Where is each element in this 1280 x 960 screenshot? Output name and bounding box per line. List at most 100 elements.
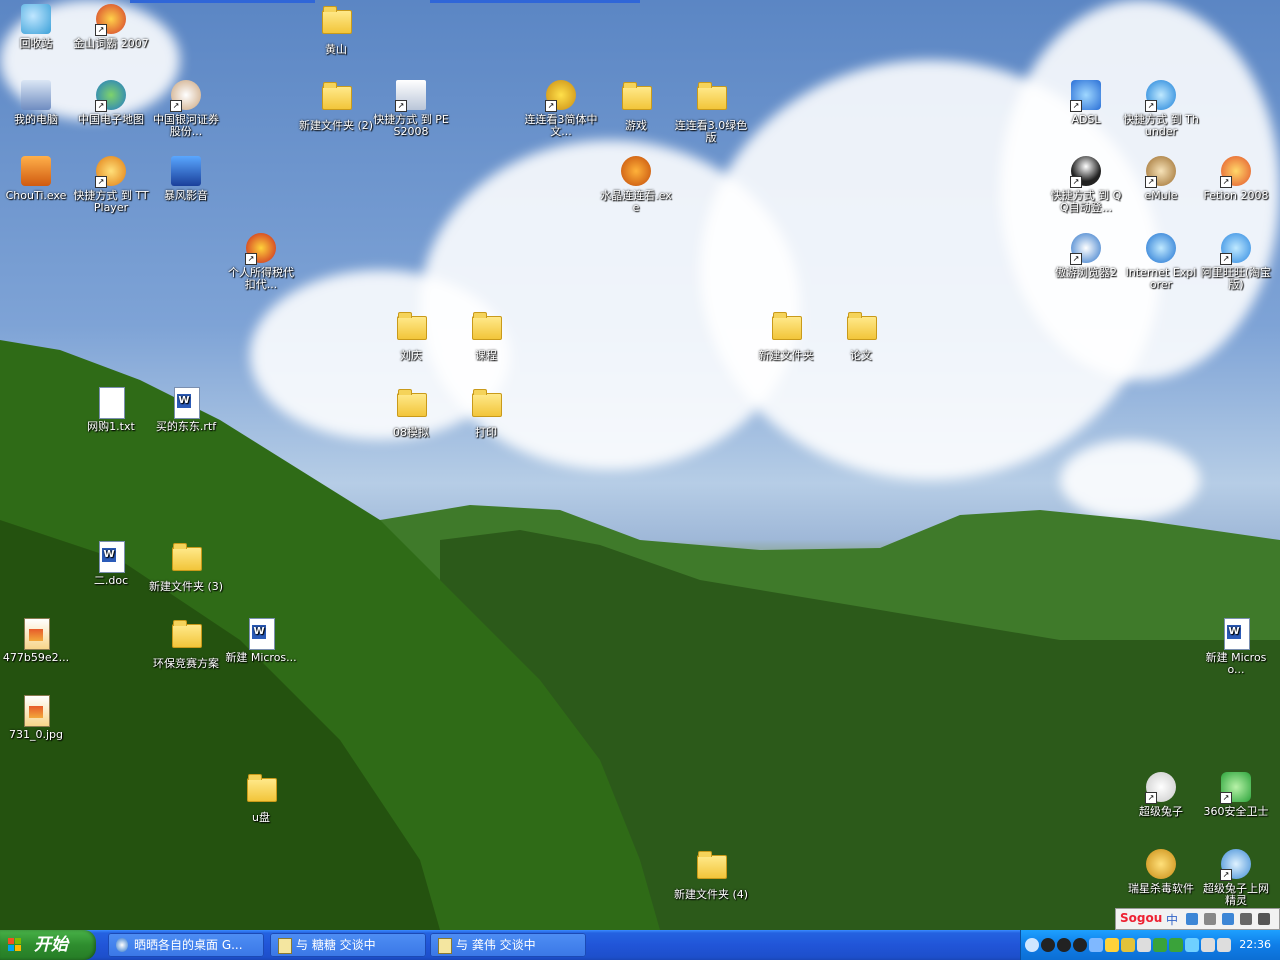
360-icon[interactable] bbox=[1153, 938, 1167, 952]
desktop-icon-thunder[interactable]: ↗ 快捷方式 到 Thunder bbox=[1123, 80, 1199, 138]
desktop-icon-folder-huangshan[interactable]: 黄山 bbox=[298, 4, 374, 56]
desktop-icon-qq-autologin[interactable]: ↗ 快捷方式 到 QQ自动登... bbox=[1048, 156, 1124, 214]
window-edge bbox=[430, 0, 640, 3]
desktop-icon-pes2008[interactable]: ↗ 快捷方式 到 PES2008 bbox=[373, 80, 449, 138]
task-button-chat-2[interactable]: 与 龚伟 交谈中 bbox=[430, 933, 586, 957]
icon-label: 连连看3简体中文... bbox=[524, 113, 598, 138]
moon-icon[interactable] bbox=[1186, 913, 1198, 925]
pes-icon: ↗ bbox=[395, 80, 427, 112]
desktop-icon-kingsoft-dict[interactable]: ↗ 金山词霸 2007 bbox=[73, 4, 149, 50]
icon-label: 水晶连连看.exe bbox=[600, 189, 672, 214]
desktop-icon-folder-udisk[interactable]: u盘 bbox=[223, 772, 299, 824]
desktop-icon-new-folder-2[interactable]: 新建文件夹 (2) bbox=[298, 80, 374, 132]
ime-mode[interactable]: 中 bbox=[1166, 911, 1178, 928]
desktop-icon-new-word-doc-2[interactable]: W 新建 Microso... bbox=[1198, 618, 1274, 676]
desktop-icon-super-rabbit[interactable]: ↗ 超级兔子 bbox=[1123, 772, 1199, 818]
desktop-icon-folder-liuqing[interactable]: 刘庆 bbox=[373, 310, 449, 362]
network-icon[interactable] bbox=[1137, 938, 1151, 952]
icon-label: 新建文件夹 (3) bbox=[148, 580, 224, 593]
computer-icon bbox=[20, 80, 52, 112]
qq-icon[interactable] bbox=[1041, 938, 1055, 952]
user-icon[interactable] bbox=[1240, 913, 1252, 925]
desktop-icon-folder-courses[interactable]: 课程 bbox=[448, 310, 524, 362]
dictionary-icon: ↗ bbox=[95, 4, 127, 36]
desktop-icon-recycle-bin[interactable]: 回收站 bbox=[0, 4, 74, 50]
desktop-icon-folder-lianliankan30[interactable]: 连连看3.0绿色版 bbox=[673, 80, 749, 144]
desktop-icon-new-word-doc[interactable]: W 新建 Micros... bbox=[223, 618, 299, 664]
desktop-icon-chouti[interactable]: ChouTi.exe bbox=[0, 156, 74, 202]
desktop-icon-image-477b[interactable]: 477b59e2... bbox=[0, 618, 74, 664]
desktop-icon-new-folder[interactable]: 新建文件夹 bbox=[748, 310, 824, 362]
warning-icon[interactable] bbox=[1105, 938, 1119, 952]
shield-icon[interactable] bbox=[1121, 938, 1135, 952]
player-icon: ↗ bbox=[95, 156, 127, 188]
clock[interactable]: 22:36 bbox=[1239, 930, 1271, 960]
desktop-icon-rabbit-web-sprite[interactable]: ↗ 超级兔子上网精灵 bbox=[1198, 849, 1274, 907]
word-doc-icon: W bbox=[95, 541, 127, 573]
icon-label: 个人所得税代扣代... bbox=[228, 266, 294, 291]
desktop-icon-rising-antivirus[interactable]: 瑞星杀毒软件 bbox=[1123, 849, 1199, 895]
icon-label: 课程 bbox=[475, 349, 497, 362]
desktop-icon-my-computer[interactable]: 我的电脑 bbox=[0, 80, 74, 126]
desktop-icon-folder-thesis[interactable]: 论文 bbox=[823, 310, 899, 362]
icon-label: 黄山 bbox=[325, 43, 347, 56]
shield-icon: ↗ bbox=[1220, 772, 1252, 804]
desktop-icon-new-folder-4[interactable]: 新建文件夹 (4) bbox=[673, 849, 749, 901]
chevron-left-icon[interactable] bbox=[1025, 938, 1039, 952]
desktop-icon-galaxy-securities[interactable]: ↗ 中国银河证券股份... bbox=[148, 80, 224, 138]
desktop-icon-folder-env-plan[interactable]: 环保竞赛方案 bbox=[148, 618, 224, 670]
desktop-icon-adsl[interactable]: ↗ ADSL bbox=[1048, 80, 1124, 126]
punctuation-icon[interactable] bbox=[1204, 913, 1216, 925]
landscape bbox=[0, 340, 1280, 930]
wrench-icon[interactable] bbox=[1258, 913, 1270, 925]
start-button[interactable]: 开始 bbox=[0, 930, 96, 960]
desktop-icon-rtf[interactable]: W 买的东东.rtf bbox=[148, 387, 224, 433]
icon-label: 阿里旺旺(淘宝版) bbox=[1200, 266, 1272, 291]
desktop-icon-fetion[interactable]: ↗ Fetion 2008 bbox=[1198, 156, 1274, 202]
icon-label: 超级兔子 bbox=[1139, 805, 1183, 818]
keyboard-icon[interactable] bbox=[1222, 913, 1234, 925]
desktop-icon-storm-player[interactable]: 暴风影音 bbox=[148, 156, 224, 202]
word-doc-icon: W bbox=[170, 387, 202, 419]
desktop-icon-internet-explorer[interactable]: Internet Explorer bbox=[1123, 233, 1199, 291]
desktop-icon-txt[interactable]: 网购1.txt bbox=[73, 387, 149, 433]
folder-icon bbox=[395, 312, 427, 348]
icon-label: 买的东东.rtf bbox=[155, 420, 217, 433]
icon-label: 刘庆 bbox=[400, 349, 422, 362]
network-icon[interactable] bbox=[1217, 938, 1231, 952]
network-icon[interactable] bbox=[1089, 938, 1103, 952]
desktop-icon-folder-games[interactable]: 游戏 bbox=[598, 80, 674, 132]
task-button-browser[interactable]: 晒晒各自的桌面 G... bbox=[108, 933, 264, 957]
desktop-icon-new-folder-3[interactable]: 新建文件夹 (3) bbox=[148, 541, 224, 593]
desktop-icon-crystal-lianliankan[interactable]: 水晶连连看.exe bbox=[598, 156, 674, 214]
folder-icon bbox=[695, 82, 727, 118]
desktop-icon-income-tax[interactable]: ↗ 个人所得税代扣代... bbox=[223, 233, 299, 291]
desktop-icon-image-731[interactable]: 731_0.jpg bbox=[0, 695, 74, 741]
icon-label: 新建 Microso... bbox=[1205, 651, 1267, 676]
desktop-icon-doc-er[interactable]: W 二.doc bbox=[73, 541, 149, 587]
volume-icon[interactable] bbox=[1201, 938, 1215, 952]
smiley-icon bbox=[620, 156, 652, 188]
umbrella-icon[interactable] bbox=[1185, 938, 1199, 952]
desktop-icon-ttplayer[interactable]: ↗ 快捷方式 到 TTPlayer bbox=[73, 156, 149, 214]
desktop-icon-emule[interactable]: ↗ eMule bbox=[1123, 156, 1199, 202]
desktop-icon-china-map[interactable]: ↗ 中国电子地图 bbox=[73, 80, 149, 126]
qq-icon[interactable] bbox=[1057, 938, 1071, 952]
task-button-chat-1[interactable]: 与 糖糖 交谈中 bbox=[270, 933, 426, 957]
shield-icon[interactable] bbox=[1169, 938, 1183, 952]
drawer-icon bbox=[20, 156, 52, 188]
desktop-icon-maxthon2[interactable]: ↗ 傲游浏览器2 bbox=[1048, 233, 1124, 279]
task-label: 与 龚伟 交谈中 bbox=[456, 938, 536, 952]
ime-toolbar[interactable]: Sogou 中 bbox=[1115, 908, 1280, 930]
folder-icon bbox=[245, 774, 277, 810]
desktop-icon-lianliankan3[interactable]: ↗ 连连看3简体中文... bbox=[523, 80, 599, 138]
desktop-icon-folder-08mock[interactable]: 08模拟 bbox=[373, 387, 449, 439]
desktop-icon-360-safe[interactable]: ↗ 360安全卫士 bbox=[1198, 772, 1274, 818]
icon-label: 二.doc bbox=[93, 574, 129, 587]
qq-icon[interactable] bbox=[1073, 938, 1087, 952]
desktop-icon-aliwangwang[interactable]: ↗ 阿里旺旺(淘宝版) bbox=[1198, 233, 1274, 291]
icon-label: 瑞星杀毒软件 bbox=[1128, 882, 1194, 895]
qq-penguin-icon: ↗ bbox=[1070, 156, 1102, 188]
folder-icon bbox=[320, 6, 352, 42]
desktop-icon-folder-print[interactable]: 打印 bbox=[448, 387, 524, 439]
